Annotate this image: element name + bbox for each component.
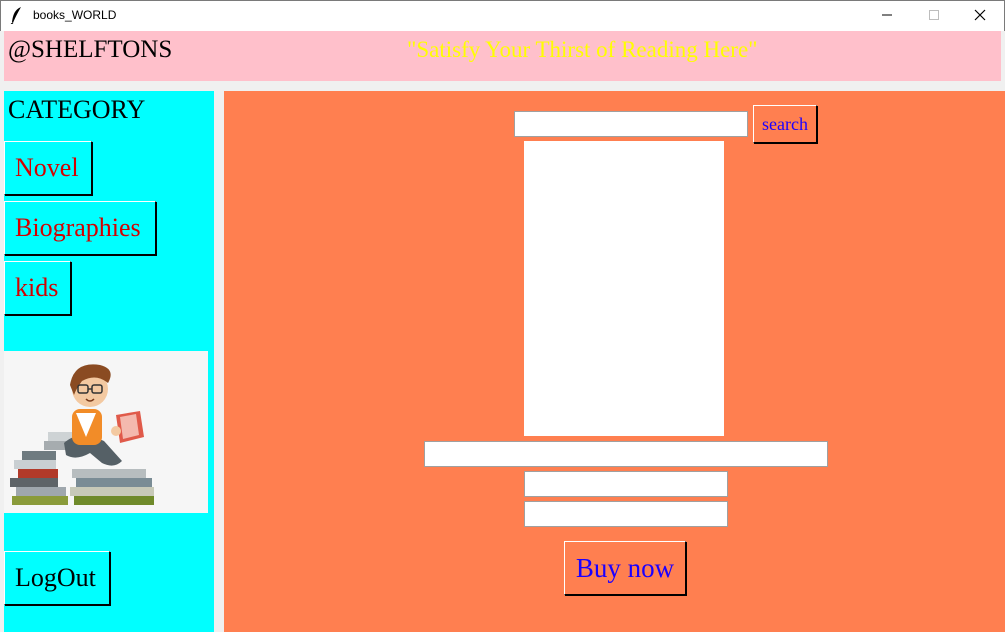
book-stack-left xyxy=(10,451,68,505)
brand-label: @SHELFTONS xyxy=(8,36,173,63)
book-title-field[interactable] xyxy=(424,441,828,467)
search-input[interactable] xyxy=(514,111,748,137)
category-novel-button[interactable]: Novel xyxy=(4,141,92,195)
book-cover-image xyxy=(524,141,724,436)
buy-now-button[interactable]: Buy now xyxy=(564,541,686,595)
window-title: books_WORLD xyxy=(33,8,117,22)
slogan-label: "Satisfy Your Thirst of Reading Here" xyxy=(407,37,758,62)
window-title-bar[interactable] xyxy=(0,0,1005,31)
close-button[interactable] xyxy=(957,0,1003,30)
category-biographies-button[interactable]: Biographies xyxy=(4,201,156,255)
search-button[interactable]: search xyxy=(753,105,817,143)
category-kids-button[interactable]: kids xyxy=(4,261,71,315)
feather-icon xyxy=(10,6,24,25)
book-price-field[interactable] xyxy=(524,501,728,527)
category-heading: CATEGORY xyxy=(8,95,146,124)
boy-figure xyxy=(64,364,144,466)
close-icon xyxy=(974,9,986,21)
book-author-field[interactable] xyxy=(524,471,728,497)
maximize-icon xyxy=(929,10,939,20)
minimize-icon xyxy=(882,14,892,16)
maximize-button[interactable] xyxy=(911,0,957,30)
reading-boy-illustration xyxy=(4,351,208,513)
logout-button[interactable]: LogOut xyxy=(4,551,110,605)
minimize-button[interactable] xyxy=(864,0,910,30)
